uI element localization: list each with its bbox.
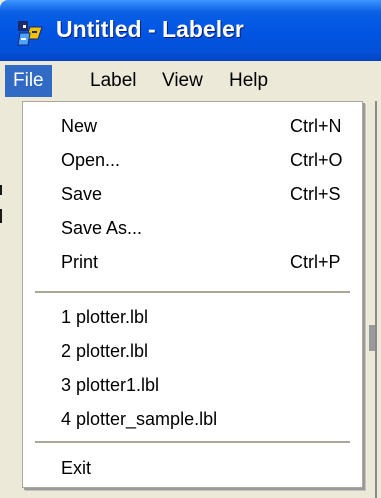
menu-item-label: 1 plotter.lbl bbox=[61, 307, 149, 327]
menu-item-open[interactable]: Open... Ctrl+O bbox=[24, 144, 361, 178]
menu-item-exit[interactable]: Exit bbox=[24, 452, 361, 486]
labeler-window: Untitled - Labeler File Label View Help … bbox=[0, 0, 381, 498]
menu-item-label: Print bbox=[61, 252, 99, 272]
menu-label[interactable]: Label bbox=[90, 65, 137, 97]
menu-separator bbox=[35, 441, 350, 443]
menu-item-shortcut: Ctrl+S bbox=[290, 184, 341, 204]
menu-item-label: Save bbox=[61, 184, 103, 204]
menu-item-shortcut: Ctrl+P bbox=[290, 252, 341, 272]
menu-bar: File Label View Help bbox=[0, 61, 381, 101]
recent-file-item[interactable]: 1 plotter.lbl bbox=[24, 301, 361, 335]
menu-item-save-as[interactable]: Save As... bbox=[24, 212, 361, 246]
menu-item-label: Open... bbox=[61, 150, 121, 170]
title-bar[interactable]: Untitled - Labeler bbox=[0, 0, 381, 61]
window-title: Untitled - Labeler bbox=[56, 16, 244, 42]
menu-separator bbox=[35, 291, 350, 293]
recent-file-item[interactable]: 3 plotter1.lbl bbox=[24, 369, 361, 403]
labeler-app-icon bbox=[17, 21, 43, 46]
menu-item-print[interactable]: Print Ctrl+P bbox=[24, 246, 361, 280]
menu-item-label: 4 plotter_sample.lbl bbox=[61, 409, 218, 429]
window-client-area-right bbox=[363, 101, 381, 498]
menu-item-label: 2 plotter.lbl bbox=[61, 341, 149, 361]
menu-item-label: New bbox=[61, 116, 98, 136]
recent-file-item[interactable]: 4 plotter_sample.lbl bbox=[24, 403, 361, 437]
menu-help[interactable]: Help bbox=[229, 65, 268, 97]
file-menu-dropdown: New Ctrl+N Open... Ctrl+O Save Ctrl+S Sa… bbox=[22, 101, 363, 488]
menu-item-label: Save As... bbox=[61, 218, 143, 238]
menu-item-shortcut: Ctrl+O bbox=[290, 150, 343, 170]
menu-item-shortcut: Ctrl+N bbox=[290, 116, 342, 136]
menu-item-save[interactable]: Save Ctrl+S bbox=[24, 178, 361, 212]
background-mark bbox=[0, 209, 2, 223]
menu-item-new[interactable]: New Ctrl+N bbox=[24, 110, 361, 144]
menu-view[interactable]: View bbox=[162, 65, 203, 97]
window-client-area-left bbox=[0, 101, 22, 498]
menu-item-label: 3 plotter1.lbl bbox=[61, 375, 160, 395]
recent-file-item[interactable]: 2 plotter.lbl bbox=[24, 335, 361, 369]
background-mark bbox=[0, 185, 2, 195]
scrollbar-fragment bbox=[369, 325, 375, 351]
menu-file[interactable]: File bbox=[5, 65, 52, 97]
menu-item-label: Exit bbox=[61, 458, 92, 478]
window-border bbox=[375, 101, 377, 498]
